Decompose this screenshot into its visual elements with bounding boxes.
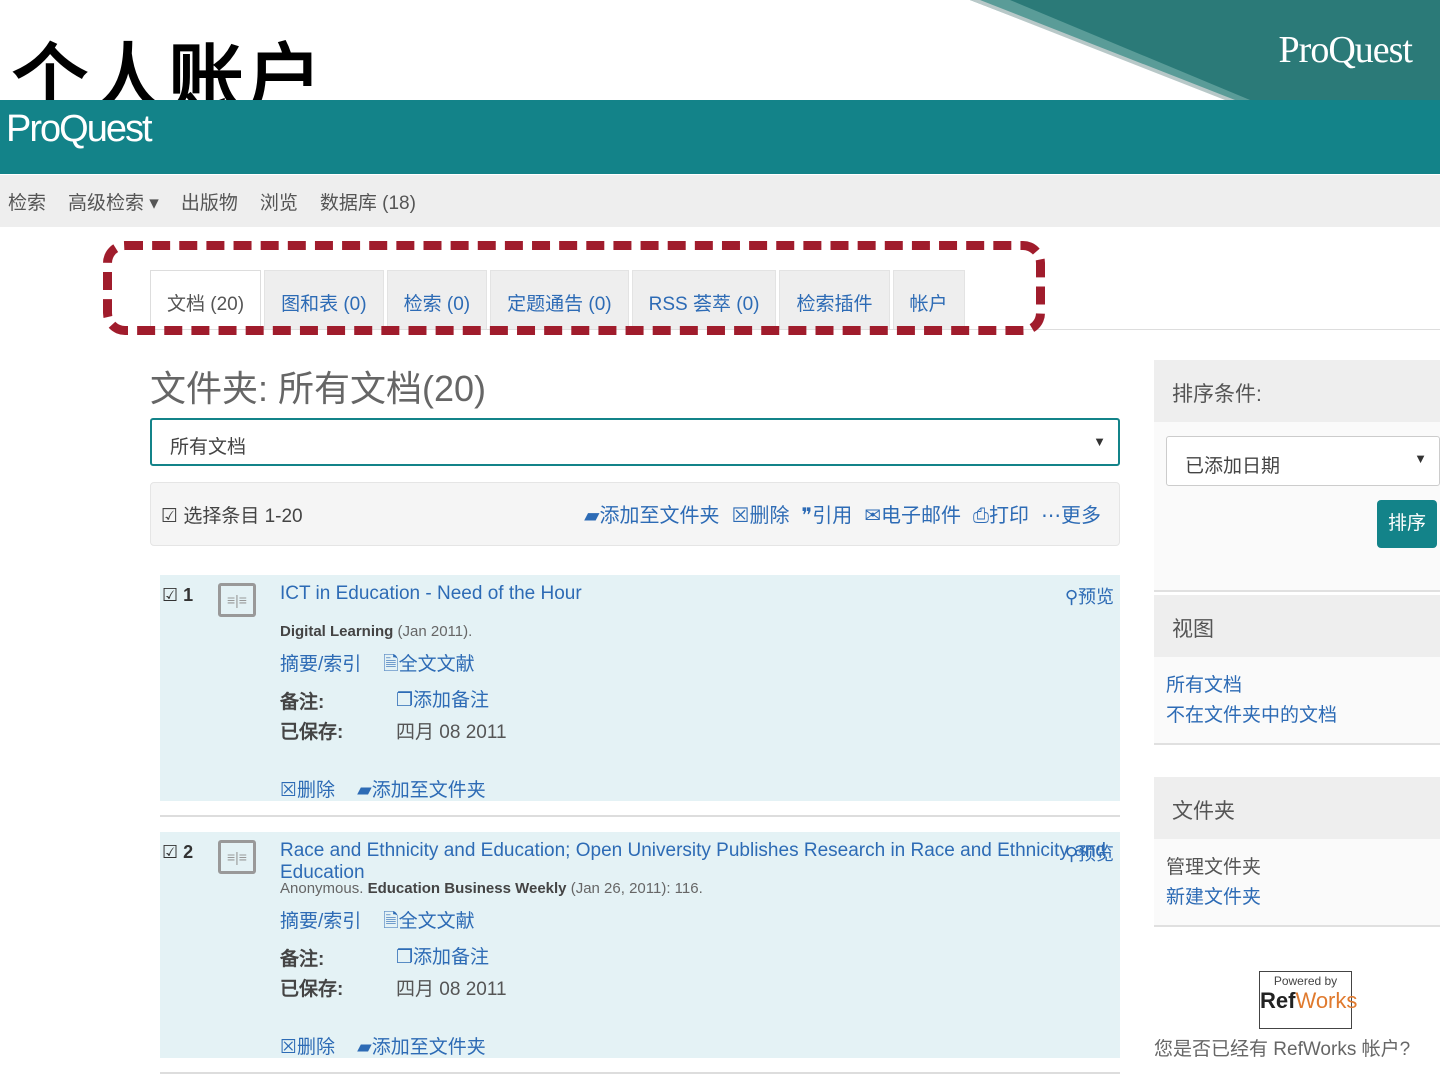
select-all-checkbox[interactable]: ☑ 选择条目 1-20: [161, 501, 303, 528]
chevron-down-icon: ▼: [1414, 451, 1427, 466]
chevron-down-icon: ▼: [1093, 434, 1106, 449]
nav-search[interactable]: 检索: [8, 188, 46, 215]
document-icon: 🗎: [383, 911, 399, 932]
header-logo[interactable]: ProQuest: [6, 108, 153, 151]
page-title: 文件夹: 所有文档(20): [150, 368, 487, 409]
more-button[interactable]: ⋯更多: [1041, 499, 1101, 528]
nav-publications[interactable]: 出版物: [181, 188, 238, 215]
notes-label: 备注:: [280, 692, 325, 713]
record-links: 摘要/索引 🗎全文文献: [280, 906, 475, 939]
more-icon: ⋯: [1041, 505, 1061, 527]
delete-button[interactable]: ☒删除: [732, 499, 790, 528]
magnifier-icon: ⚲: [1064, 587, 1078, 607]
sort-select[interactable]: 已添加日期 ▼: [1166, 436, 1440, 486]
folder-panel: 文件夹 管理文件夹 新建文件夹: [1154, 777, 1440, 927]
refworks-question[interactable]: 您是否已经有 RefWorks 帐户?: [1154, 1034, 1410, 1061]
abstract-link[interactable]: 摘要/索引: [280, 649, 361, 682]
record-delete-button[interactable]: ☒删除: [280, 775, 335, 802]
saved-date: 四月 08 2011: [396, 722, 507, 743]
fulltext-link[interactable]: 🗎全文文献: [383, 649, 474, 682]
main-nav: 检索 高级检索 ▾ 出版物 浏览 数据库 (18): [0, 175, 1440, 227]
print-icon: ⎙: [973, 505, 989, 527]
note-icon: ❐: [396, 690, 414, 711]
highlight-annotation: [103, 241, 1045, 335]
record-title-link[interactable]: ICT in Education - Need of the Hour: [280, 583, 582, 605]
proquest-logo: ProQuest: [1278, 29, 1413, 71]
print-button[interactable]: ⎙打印: [973, 499, 1029, 528]
header-bar: [0, 100, 1440, 174]
add-to-folder-button[interactable]: ▰添加至文件夹: [584, 499, 719, 528]
new-folder-link[interactable]: 新建文件夹: [1166, 883, 1428, 913]
abstract-link[interactable]: 摘要/索引: [280, 906, 361, 939]
preview-link[interactable]: ⚲预览: [1065, 583, 1114, 609]
record-delete-button[interactable]: ☒删除: [280, 1032, 335, 1059]
email-icon: ✉: [864, 505, 881, 527]
view-title: 视图: [1154, 595, 1440, 657]
email-button[interactable]: ✉电子邮件: [864, 499, 961, 528]
magnifier-icon: ⚲: [1064, 844, 1078, 864]
cite-button[interactable]: ❞引用: [801, 499, 852, 528]
view-panel: 视图 所有文档 不在文件夹中的文档: [1154, 595, 1440, 745]
sort-title: 排序条件:: [1154, 360, 1440, 422]
note-icon: ❐: [396, 947, 414, 968]
record-source: Digital Learning (Jan 2011).: [280, 623, 473, 640]
saved-label: 已保存:: [280, 979, 344, 1000]
refworks-logo[interactable]: Powered by RefWorks: [1259, 971, 1357, 1029]
select-all-label: 选择条目 1-20: [183, 506, 303, 527]
divider: [160, 815, 1120, 817]
sort-button[interactable]: 排序: [1377, 500, 1437, 548]
folder-select-value: 所有文档: [170, 437, 247, 458]
delete-icon: ☒: [280, 1037, 298, 1058]
add-note-link[interactable]: ❐添加备注: [396, 685, 489, 712]
add-note-link[interactable]: ❐添加备注: [396, 942, 489, 969]
folder-icon: ▰: [357, 1037, 372, 1058]
record-checkbox[interactable]: ☑ 1: [162, 585, 193, 606]
preview-link[interactable]: ⚲预览: [1065, 840, 1114, 866]
record-title-link[interactable]: Race and Ethnicity and Education; Open U…: [280, 840, 1120, 884]
record-links: 摘要/索引 🗎全文文献: [280, 649, 475, 682]
nav-browse[interactable]: 浏览: [260, 188, 298, 215]
view-unfiled-documents-link[interactable]: 不在文件夹中的文档: [1166, 701, 1428, 731]
book-icon: ≡|≡: [218, 840, 256, 874]
saved-date: 四月 08 2011: [396, 979, 507, 1000]
divider: [160, 1072, 1120, 1074]
saved-label: 已保存:: [280, 722, 344, 743]
results-toolbar: ☑ 选择条目 1-20 ▰添加至文件夹 ☒删除 ❞引用 ✉电子邮件 ⎙打印 ⋯更…: [150, 482, 1120, 546]
folder-icon: ▰: [357, 780, 372, 801]
record-actions: ☒删除 ▰添加至文件夹: [280, 1032, 486, 1059]
record-source: Anonymous. Education Business Weekly (Ja…: [280, 880, 703, 897]
folder-panel-title: 文件夹: [1154, 777, 1440, 839]
nav-databases[interactable]: 数据库 (18): [320, 188, 416, 215]
delete-icon: ☒: [280, 780, 298, 801]
record-add-folder-button[interactable]: ▰添加至文件夹: [357, 775, 486, 802]
document-icon: 🗎: [383, 654, 399, 675]
notes-label: 备注:: [280, 949, 325, 970]
toolbar-actions: ▰添加至文件夹 ☒删除 ❞引用 ✉电子邮件 ⎙打印 ⋯更多: [584, 499, 1101, 528]
folder-icon: ▰: [584, 505, 600, 527]
view-all-documents-link[interactable]: 所有文档: [1166, 671, 1428, 701]
sort-select-value: 已添加日期: [1185, 456, 1281, 477]
result-record: ☑ 2 ≡|≡ Race and Ethnicity and Education…: [160, 832, 1120, 1058]
fulltext-link[interactable]: 🗎全文文献: [383, 906, 474, 939]
record-actions: ☒删除 ▰添加至文件夹: [280, 775, 486, 802]
quote-icon: ❞: [801, 505, 813, 527]
folder-select[interactable]: 所有文档 ▼: [150, 418, 1120, 466]
record-checkbox[interactable]: ☑ 2: [162, 842, 193, 863]
record-add-folder-button[interactable]: ▰添加至文件夹: [357, 1032, 486, 1059]
book-icon: ≡|≡: [218, 583, 256, 617]
nav-advanced-search[interactable]: 高级检索 ▾: [68, 188, 159, 215]
delete-icon: ☒: [731, 505, 750, 527]
result-record: ☑ 1 ≡|≡ ICT in Education - Need of the H…: [160, 575, 1120, 801]
manage-folders-label: 管理文件夹: [1166, 857, 1262, 878]
